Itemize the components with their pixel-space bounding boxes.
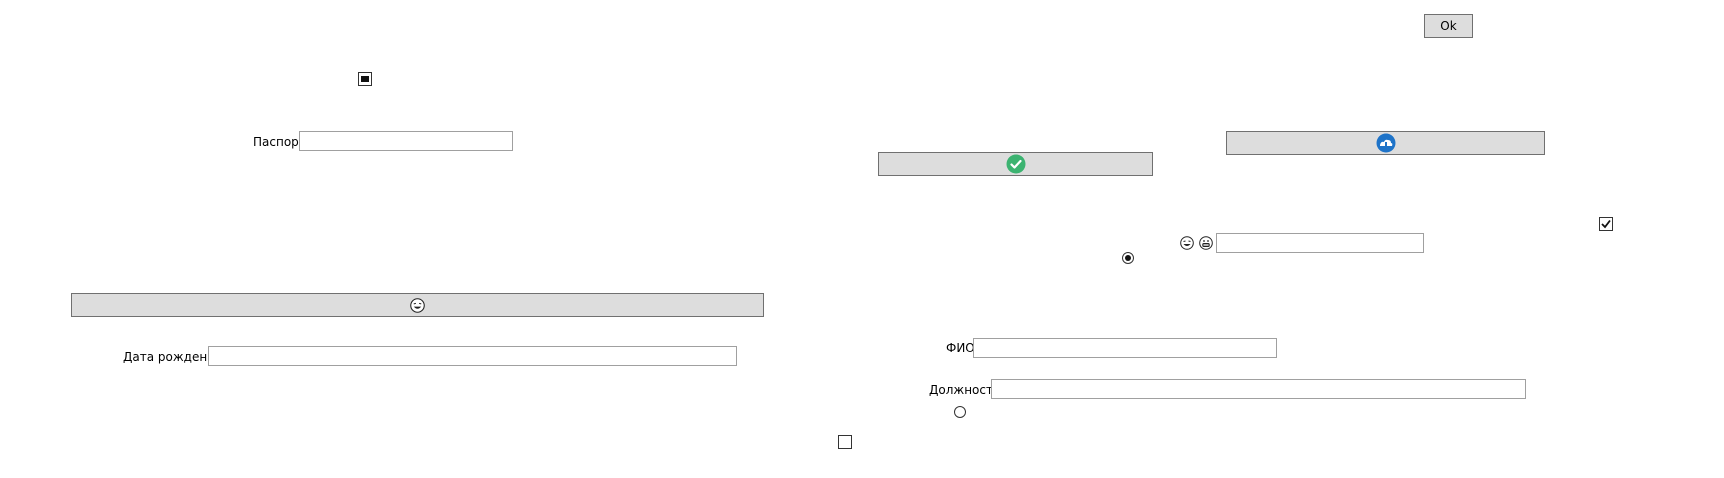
- position-input[interactable]: [991, 379, 1526, 399]
- blue-cloud-icon: [1376, 133, 1395, 153]
- indeterminate-checkbox[interactable]: [358, 72, 372, 86]
- grinning-emoji-icon: [1199, 236, 1213, 250]
- radio-unchecked[interactable]: [954, 406, 966, 418]
- passport-input[interactable]: [299, 131, 513, 151]
- position-label: Должность: [929, 383, 1001, 397]
- ok-button[interactable]: Ok: [1424, 14, 1473, 38]
- checked-checkbox[interactable]: [1599, 217, 1613, 231]
- check-circle-icon: [1006, 154, 1025, 174]
- birthdate-input[interactable]: [208, 346, 737, 366]
- unchecked-checkbox[interactable]: [838, 435, 852, 449]
- emoji-text-input[interactable]: [1216, 233, 1424, 253]
- fio-label: ФИО: [946, 341, 975, 355]
- fio-input[interactable]: [973, 338, 1277, 358]
- laughing-emoji-icon: [410, 297, 425, 313]
- emoji-wide-button[interactable]: [71, 293, 764, 317]
- checkmark-icon: [1601, 219, 1611, 229]
- passport-label: Паспорт: [253, 135, 306, 149]
- check-button[interactable]: [878, 152, 1153, 176]
- radio-checked[interactable]: [1122, 252, 1134, 264]
- blue-icon-button[interactable]: [1226, 131, 1545, 155]
- laughing-emoji-icon: [1180, 236, 1194, 250]
